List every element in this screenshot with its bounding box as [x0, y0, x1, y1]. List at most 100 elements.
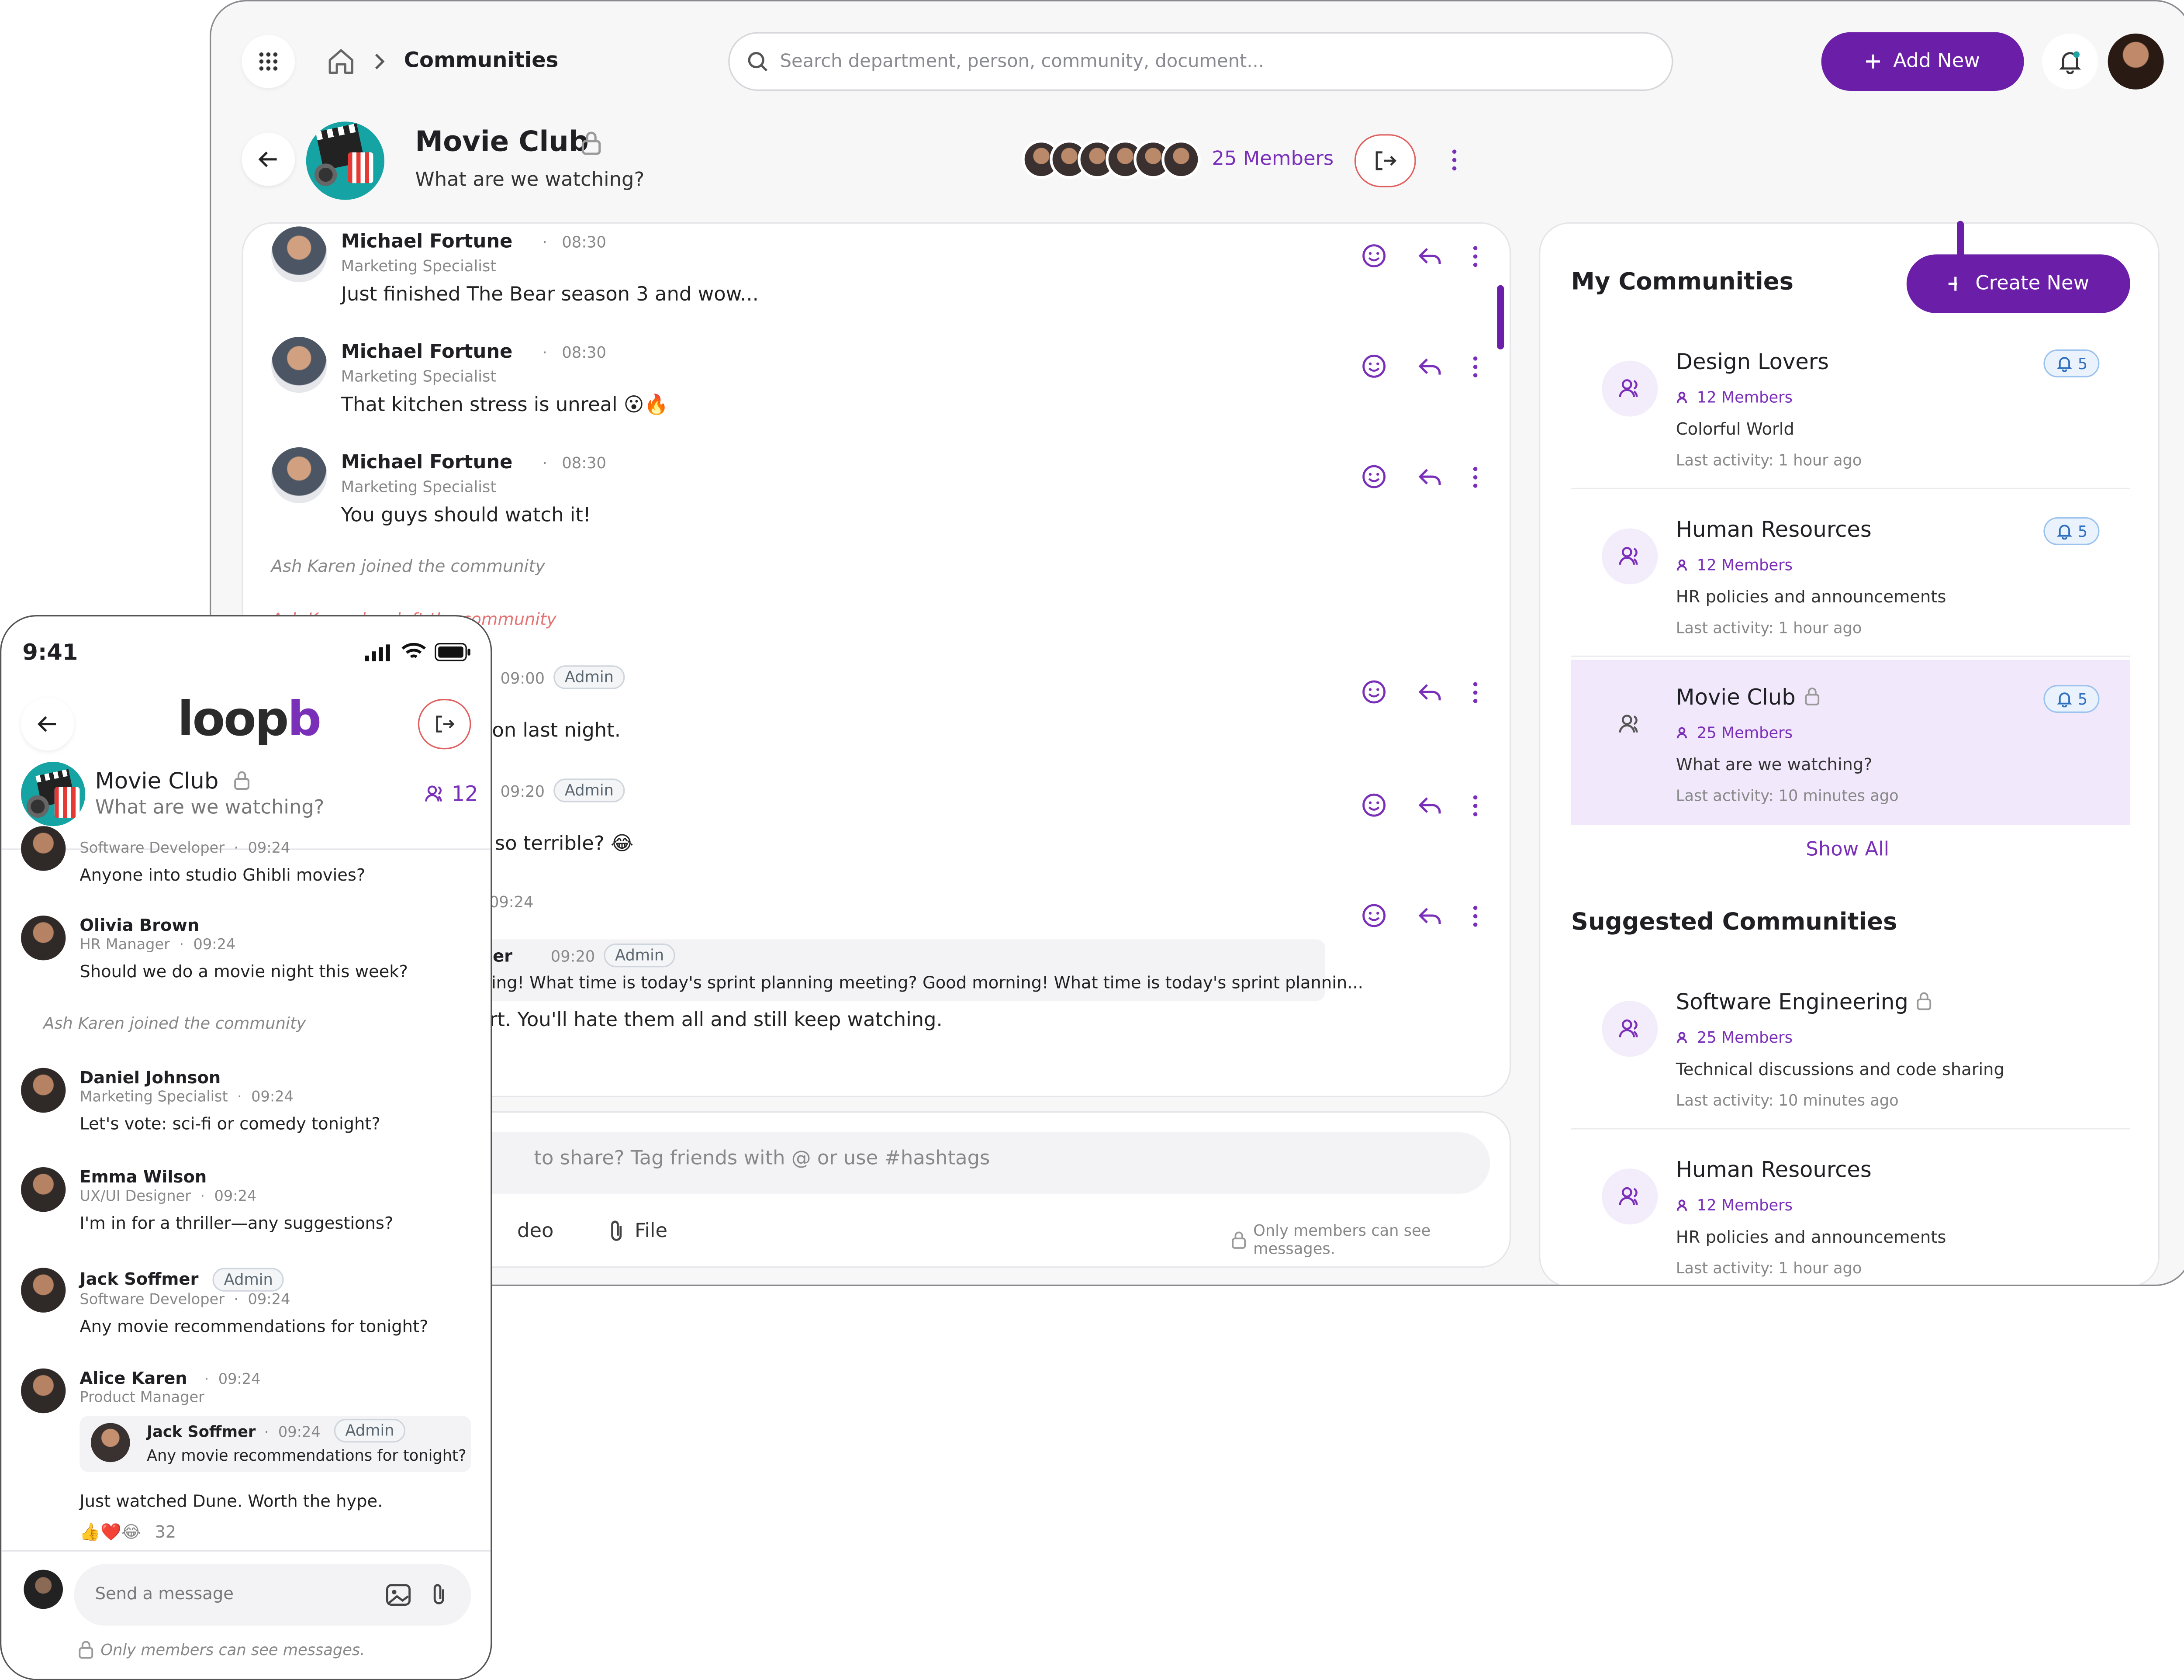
file-button[interactable]: File — [607, 1219, 667, 1244]
more-vertical-icon[interactable] — [1452, 149, 1457, 171]
community-card-movie-club[interactable]: Movie Club 25 Members What are we watchi… — [1571, 660, 2130, 825]
message-actions — [1362, 792, 1478, 818]
community-title: Movie Club — [415, 124, 589, 158]
community-card-design-lovers[interactable]: Design Lovers 12 Members Colorful World … — [1571, 324, 2130, 489]
battery-icon — [435, 643, 470, 661]
more-vertical-icon[interactable] — [1473, 905, 1478, 926]
more-vertical-icon[interactable] — [1473, 795, 1478, 816]
image-icon[interactable] — [386, 1584, 411, 1606]
apps-grid-button[interactable] — [242, 35, 295, 88]
more-vertical-icon[interactable] — [1473, 245, 1478, 266]
reply-icon[interactable] — [1417, 464, 1443, 489]
notification-badge[interactable]: 5 — [2043, 685, 2100, 713]
community-name: Human Resources — [1676, 1157, 1872, 1183]
more-vertical-icon[interactable] — [1473, 681, 1478, 702]
privacy-note-text: Only members can see messages. — [1253, 1221, 1431, 1258]
reply-icon[interactable] — [1417, 243, 1443, 269]
show-all-link[interactable]: Show All — [1806, 839, 1889, 861]
author-name[interactable]: Michael Fortune — [341, 452, 513, 474]
side-scrollbar[interactable] — [1957, 221, 1964, 288]
author-name[interactable]: Michael Fortune — [341, 341, 513, 363]
users-icon — [1602, 1001, 1658, 1057]
bell-icon — [2056, 525, 2072, 540]
reactions[interactable]: 👍❤️😂 32 — [79, 1522, 176, 1542]
member-count[interactable]: 12 — [424, 781, 478, 806]
status-icons — [365, 643, 471, 661]
add-new-button[interactable]: Add New — [1821, 32, 2024, 91]
more-vertical-icon[interactable] — [1473, 466, 1478, 487]
member-count[interactable]: 25 Members — [1212, 148, 1334, 170]
author-avatar[interactable] — [271, 337, 327, 393]
emoji-icon[interactable] — [1362, 792, 1387, 818]
author-name[interactable]: Michael Fortune — [341, 231, 513, 253]
community-activity: Last activity: 10 minutes ago — [1676, 1092, 1899, 1110]
attach-icon[interactable] — [429, 1582, 449, 1607]
member-avatars[interactable] — [1022, 140, 1201, 179]
community-description: HR policies and announcements — [1676, 1227, 1946, 1247]
community-card-software-engineering[interactable]: Software Engineering 25 Members Technica… — [1571, 964, 2130, 1130]
admin-badge: Admin — [553, 665, 625, 689]
quoted-message[interactable]: her 09:20 Admin ning! What time is today… — [480, 939, 1363, 1001]
chevron-right-icon — [375, 53, 385, 69]
lock-icon — [79, 1641, 93, 1659]
notification-badge[interactable]: 5 — [2043, 517, 2100, 545]
message-input[interactable]: Send a message — [74, 1564, 471, 1626]
notification-badge[interactable]: 5 — [2043, 349, 2100, 377]
create-new-button[interactable]: Create New — [1906, 254, 2130, 313]
author-avatar[interactable] — [271, 226, 327, 283]
author-avatar[interactable] — [21, 1268, 66, 1313]
admin-badge: Admin — [553, 778, 625, 802]
emoji-icon[interactable] — [1362, 679, 1387, 705]
author-avatar[interactable] — [21, 1368, 66, 1414]
quoted-text: ning! What time is today's sprint planni… — [480, 973, 1363, 992]
notifications-button[interactable] — [2042, 33, 2098, 90]
community-card-human-resources[interactable]: Human Resources 12 Members HR policies a… — [1571, 492, 2130, 657]
author-name[interactable]: Daniel Johnson — [79, 1068, 221, 1088]
reply-icon[interactable] — [1417, 354, 1443, 379]
more-vertical-icon[interactable] — [1473, 356, 1478, 377]
message-item: Michael Fortune · 08:30 Marketing Specia… — [271, 226, 1501, 324]
author-avatar[interactable] — [271, 447, 327, 503]
back-button[interactable] — [242, 133, 295, 186]
author-role: HR Manager · 09:24 — [79, 937, 236, 954]
emoji-icon[interactable] — [1362, 464, 1387, 489]
video-button[interactable]: deo — [517, 1220, 553, 1243]
author-role: Marketing Specialist — [341, 257, 497, 276]
community-name: Software Engineering — [1676, 990, 1933, 1015]
emoji-icon[interactable] — [1362, 243, 1387, 269]
message-text: rt. You'll hate them all and still keep … — [489, 1009, 943, 1032]
community-description: Colorful World — [1676, 419, 1794, 439]
back-button[interactable] — [21, 697, 74, 751]
admin-badge: Admin — [604, 944, 675, 968]
author-avatar[interactable] — [21, 826, 66, 871]
bell-icon — [2056, 692, 2072, 708]
author-name[interactable]: Jack Soffmer Admin — [79, 1268, 284, 1292]
message-actions — [1362, 243, 1478, 269]
leave-icon — [436, 716, 455, 733]
author-name[interactable]: Olivia Brown — [79, 916, 199, 935]
author-avatar[interactable] — [21, 1167, 66, 1212]
author-avatar[interactable] — [21, 916, 66, 961]
reply-icon[interactable] — [1417, 903, 1443, 928]
message-text: Just watched Dune. Worth the hype. — [79, 1491, 383, 1511]
community-card-human-resources-suggested[interactable]: Human Resources 12 Members HR policies a… — [1571, 1132, 2130, 1285]
reply-icon[interactable] — [1417, 679, 1443, 705]
top-bar: Communities Search department, person, c… — [211, 1, 2184, 121]
home-icon[interactable] — [326, 46, 356, 77]
leave-community-button[interactable] — [418, 699, 471, 750]
leave-community-button[interactable] — [1354, 134, 1416, 187]
system-event: Ash Karen joined the community — [271, 556, 546, 576]
search-input[interactable]: Search department, person, community, do… — [728, 32, 1673, 91]
lock-icon — [1232, 1231, 1246, 1249]
message-time: 09:20 — [500, 783, 545, 801]
reply-icon[interactable] — [1417, 792, 1443, 818]
quoted-message[interactable]: Jack Soffmer · 09:24 Admin Any movie rec… — [79, 1416, 471, 1472]
mobile-screen: 9:41 loopb Movie Club What are we watchi… — [0, 615, 492, 1680]
emoji-icon[interactable] — [1362, 903, 1387, 928]
message-text: Any movie recommendations for tonight? — [79, 1317, 429, 1337]
emoji-icon[interactable] — [1362, 354, 1387, 379]
author-name[interactable]: Alice Karen · 09:24 — [79, 1369, 260, 1388]
user-avatar[interactable] — [2108, 33, 2164, 90]
author-avatar[interactable] — [21, 1068, 66, 1113]
author-name[interactable]: Emma Wilson — [79, 1167, 207, 1187]
